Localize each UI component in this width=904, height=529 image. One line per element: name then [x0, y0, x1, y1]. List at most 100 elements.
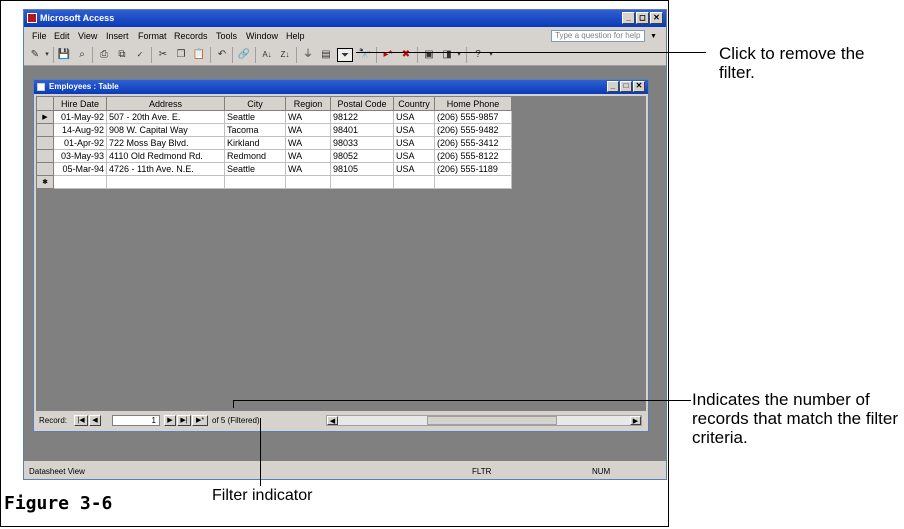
cell-country[interactable]: USA [393, 149, 435, 163]
cell-home-phone[interactable]: (206) 555-1189 [434, 162, 512, 176]
cell-city[interactable]: Redmond [224, 149, 286, 163]
cell-country[interactable]: USA [393, 110, 435, 124]
menu-insert[interactable]: Insert [106, 31, 129, 41]
new-cell[interactable] [393, 175, 435, 189]
first-record-button[interactable]: |◀ [74, 415, 88, 426]
cell-home-phone[interactable]: (206) 555-8122 [434, 149, 512, 163]
new-record-icon[interactable]: ▸* [380, 48, 396, 62]
cell-region[interactable]: WA [285, 123, 331, 137]
cell-postal-code[interactable]: 98122 [330, 110, 394, 124]
cell-country[interactable]: USA [393, 136, 435, 150]
menu-records[interactable]: Records [174, 31, 208, 41]
restore-button[interactable]: ◻ [636, 12, 649, 24]
filter-by-selection-icon[interactable]: ⏚ [300, 48, 316, 62]
menu-view[interactable]: View [78, 31, 97, 41]
table-minimize-button[interactable]: _ [607, 81, 619, 92]
row-selector[interactable] [36, 162, 54, 176]
new-record-row[interactable]: ✱ [36, 175, 512, 189]
cell-region[interactable]: WA [285, 110, 331, 124]
cell-postal-code[interactable]: 98401 [330, 123, 394, 137]
select-all-corner[interactable] [36, 96, 54, 111]
current-record-marker[interactable]: ▶ [36, 110, 54, 124]
help-dropdown-icon[interactable]: ▼ [650, 33, 657, 40]
cell-home-phone[interactable]: (206) 555-3412 [434, 136, 512, 150]
print-icon[interactable]: ⎙ [96, 48, 112, 62]
menu-file[interactable]: File [32, 31, 47, 41]
cell-city[interactable]: Seattle [224, 110, 286, 124]
cell-hire-date[interactable]: 01-May-92 [53, 110, 107, 124]
cell-hire-date[interactable]: 01-Apr-92 [53, 136, 107, 150]
new-cell[interactable] [285, 175, 331, 189]
next-record-button[interactable]: ▶ [164, 415, 176, 426]
print-preview-icon[interactable]: ⧉ [114, 48, 130, 62]
cell-region[interactable]: WA [285, 162, 331, 176]
cell-city[interactable]: Tacoma [224, 123, 286, 137]
cell-home-phone[interactable]: (206) 555-9482 [434, 123, 512, 137]
column-header[interactable]: Hire Date [53, 96, 107, 111]
menu-format[interactable]: Format [138, 31, 167, 41]
cell-postal-code[interactable]: 98033 [330, 136, 394, 150]
new-cell[interactable] [106, 175, 225, 189]
filter-by-form-icon[interactable]: ▤ [318, 48, 334, 62]
table-maximize-button[interactable]: □ [620, 81, 632, 92]
cell-postal-code[interactable]: 98052 [330, 149, 394, 163]
cell-hire-date[interactable]: 03-May-93 [53, 149, 107, 163]
table-row[interactable]: 03-May-93 4110 Old Redmond Rd. Redmond W… [36, 149, 512, 163]
new-cell[interactable] [53, 175, 107, 189]
cell-home-phone[interactable]: (206) 555-9857 [434, 110, 512, 124]
record-number-input[interactable]: 1 [112, 415, 160, 426]
cell-address[interactable]: 4110 Old Redmond Rd. [106, 149, 225, 163]
properties-icon[interactable]: ▣ [421, 48, 437, 62]
column-header[interactable]: Region [285, 96, 331, 111]
toolbar-options-icon[interactable]: ▾ [487, 48, 495, 62]
cell-city[interactable]: Seattle [224, 162, 286, 176]
menu-help[interactable]: Help [286, 31, 305, 41]
column-header[interactable]: Postal Code [330, 96, 394, 111]
search-file-icon[interactable]: ⌕ [74, 48, 90, 62]
cell-hire-date[interactable]: 05-Mar-94 [53, 162, 107, 176]
column-header[interactable]: Address [106, 96, 225, 111]
cell-country[interactable]: USA [393, 123, 435, 137]
delete-record-icon[interactable]: ✖ [398, 48, 414, 62]
menu-edit[interactable]: Edit [54, 31, 70, 41]
table-row[interactable]: ▶ 01-May-92 507 - 20th Ave. E. Seattle W… [36, 110, 512, 124]
cell-hire-date[interactable]: 14-Aug-92 [53, 123, 107, 137]
cell-region[interactable]: WA [285, 136, 331, 150]
cell-address[interactable]: 908 W. Capital Way [106, 123, 225, 137]
help-search-input[interactable]: Type a question for help [551, 30, 645, 42]
cell-address[interactable]: 722 Moss Bay Blvd. [106, 136, 225, 150]
column-header[interactable]: Country [393, 96, 435, 111]
save-icon[interactable]: 💾 [56, 48, 72, 62]
new-object-icon[interactable]: ◨ [439, 48, 455, 62]
copy-icon[interactable]: ❐ [173, 48, 189, 62]
new-cell[interactable] [224, 175, 286, 189]
table-row[interactable]: 01-Apr-92 722 Moss Bay Blvd. Kirkland WA… [36, 136, 512, 150]
view-dropdown-icon[interactable]: ▾ [43, 48, 51, 62]
new-record-marker[interactable]: ✱ [36, 175, 54, 189]
spelling-icon[interactable]: ✓ [132, 48, 148, 62]
cell-region[interactable]: WA [285, 149, 331, 163]
menu-tools[interactable]: Tools [216, 31, 237, 41]
previous-record-button[interactable]: ◀ [89, 415, 101, 426]
sort-ascending-icon[interactable]: A↓ [259, 48, 275, 62]
column-header[interactable]: Home Phone [434, 96, 512, 111]
table-row[interactable]: 14-Aug-92 908 W. Capital Way Tacoma WA 9… [36, 123, 512, 137]
new-record-nav-button[interactable]: ▶* [192, 415, 208, 426]
row-selector[interactable] [36, 136, 54, 150]
cell-postal-code[interactable]: 98105 [330, 162, 394, 176]
cell-city[interactable]: Kirkland [224, 136, 286, 150]
table-row[interactable]: 05-Mar-94 4726 - 11th Ave. N.E. Seattle … [36, 162, 512, 176]
minimize-button[interactable]: _ [622, 12, 635, 24]
remove-filter-icon[interactable]: ⏷ [337, 48, 353, 62]
new-object-dropdown-icon[interactable]: ▾ [455, 48, 463, 62]
cut-icon[interactable]: ✂ [155, 48, 171, 62]
sort-descending-icon[interactable]: Z↓ [277, 48, 293, 62]
new-cell[interactable] [330, 175, 394, 189]
paste-icon[interactable]: 📋 [191, 48, 207, 62]
column-header[interactable]: City [224, 96, 286, 111]
last-record-button[interactable]: ▶| [177, 415, 191, 426]
view-icon[interactable]: ✎ [27, 48, 43, 62]
close-button[interactable]: ✕ [650, 12, 663, 24]
table-close-button[interactable]: ✕ [633, 81, 645, 92]
find-icon[interactable]: 🔭 [357, 48, 373, 62]
